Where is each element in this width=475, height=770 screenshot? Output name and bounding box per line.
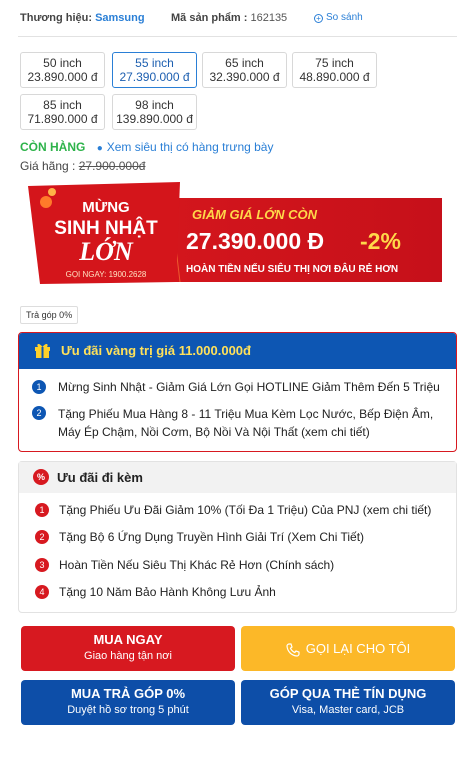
- size-price: 23.890.000 đ: [27, 70, 98, 84]
- extra-offer-text: Hoàn Tiền Nếu Siêu Thị Khác Rẻ Hơn (Chín…: [59, 558, 335, 572]
- extra-offer-text: Tặng 10 Năm Bảo Hành Không Lưu Ảnh: [59, 585, 276, 599]
- callback-button[interactable]: GỌI LẠI CHO TÔI: [241, 626, 455, 671]
- item-number-3: 3: [35, 558, 49, 572]
- item-number-2: 2: [35, 530, 49, 544]
- item-number-1: 1: [32, 380, 46, 394]
- buy-now-subtitle: Giao hàng tận nơi: [84, 650, 172, 662]
- extra-offer-text: Tặng Phiếu Ưu Đãi Giảm 10% (Tối Đa 1 Tri…: [59, 503, 432, 517]
- extra-offer-header: % Ưu đãi đi kèm: [19, 462, 456, 493]
- size-price: 32.390.000 đ: [209, 70, 280, 84]
- size-label: 50 inch: [43, 56, 82, 70]
- gold-offer-box: Ưu đãi vàng trị giá 11.000.000đ 1 Mừng S…: [18, 332, 457, 452]
- sku-label: Mã sản phẩm :: [171, 12, 248, 24]
- size-price: 48.890.000 đ: [299, 70, 370, 84]
- location-pin-icon: ●: [96, 143, 103, 154]
- size-label: 65 inch: [225, 56, 264, 70]
- brand-link[interactable]: Samsung: [95, 12, 145, 24]
- brand-info: Thương hiệu: Samsung: [20, 12, 145, 24]
- card-subtitle: Visa, Master card, JCB: [291, 704, 405, 716]
- phone-icon: [286, 643, 300, 657]
- installment-title: MUA TRẢ GÓP 0%: [70, 686, 186, 701]
- banner-line2: SINH NHẬT: [54, 217, 158, 239]
- callback-title: GỌI LẠI CHO TÔI: [305, 641, 411, 656]
- size-option-98[interactable]: 98 inch 139.890.000 đ: [112, 94, 197, 130]
- list-price-label: Giá hãng :: [20, 159, 76, 173]
- stock-row: CÒN HÀNG ● Xem siêu thị có hàng trưng bày: [20, 140, 273, 154]
- banner-discount: -2%: [360, 228, 401, 254]
- size-label: 98 inch: [135, 98, 174, 112]
- compare-button[interactable]: + So sánh: [314, 12, 363, 23]
- promo-banner[interactable]: MỪNG SINH NHẬT LỚN GỌI NGAY: 1900.2628 G…: [20, 178, 444, 288]
- size-option-50[interactable]: 50 inch 23.890.000 đ: [20, 52, 105, 88]
- gold-offer-title: Ưu đãi vàng trị giá 11.000.000đ: [61, 343, 251, 358]
- installment-subtitle: Duyệt hồ sơ trong 5 phút: [67, 704, 189, 716]
- size-option-65[interactable]: 65 inch 32.390.000 đ: [202, 52, 287, 88]
- size-label: 55 inch: [135, 56, 174, 70]
- size-option-85[interactable]: 85 inch 71.890.000 đ: [20, 94, 105, 130]
- balloon-icon: [48, 188, 56, 196]
- installment-button[interactable]: MUA TRẢ GÓP 0% Duyệt hồ sơ trong 5 phút: [21, 680, 235, 725]
- brand-label: Thương hiệu:: [20, 12, 92, 24]
- product-meta: Thương hiệu: Samsung Mã sản phẩm : 16213…: [20, 12, 457, 26]
- sku-value: 162135: [250, 12, 288, 24]
- plus-circle-icon: +: [314, 14, 323, 23]
- buy-now-title: MUA NGAY: [93, 632, 163, 647]
- banner-refund: HOÀN TIỀN NẾU SIÊU THỊ NƠI ĐÂU RẺ HƠN: [186, 262, 398, 275]
- banner-headline: GIẢM GIÁ LỚN CÒN: [192, 207, 318, 222]
- credit-card-installment-button[interactable]: GÓP QUA THẺ TÍN DỤNG Visa, Master card, …: [241, 680, 455, 725]
- stock-status: CÒN HÀNG: [20, 140, 86, 154]
- size-label: 85 inch: [43, 98, 82, 112]
- size-label: 75 inch: [315, 56, 354, 70]
- store-link[interactable]: ● Xem siêu thị có hàng trưng bày: [97, 140, 274, 154]
- item-number-2: 2: [32, 406, 46, 420]
- size-price: 139.890.000 đ: [116, 112, 193, 126]
- store-link-label: Xem siêu thị có hàng trưng bày: [106, 140, 274, 154]
- size-price: 27.390.000 đ: [119, 70, 190, 84]
- compare-label: So sánh: [326, 12, 363, 23]
- installment-tag: Trả góp 0%: [20, 306, 79, 324]
- size-option-55[interactable]: 55 inch 27.390.000 đ: [112, 52, 197, 88]
- balloon-icon: [40, 196, 52, 208]
- buy-now-button[interactable]: MUA NGAY Giao hàng tận nơi: [21, 626, 235, 671]
- banner-line3: LỚN: [78, 237, 134, 266]
- list-price-value: 27.900.000đ: [78, 159, 146, 173]
- card-title: GÓP QUA THẺ TÍN DỤNG: [269, 686, 427, 701]
- extra-offer-text: Tặng Bộ 6 Ứng Dụng Truyền Hình Giải Trí …: [59, 530, 365, 544]
- extra-offer-box: % Ưu đãi đi kèm 1 Tặng Phiếu Ưu Đãi Giảm…: [18, 461, 457, 613]
- list-price: Giá hãng : 27.900.000đ: [20, 159, 145, 173]
- gift-icon: [35, 343, 50, 358]
- banner-line1: MỪNG: [82, 198, 129, 216]
- divider: [18, 36, 457, 37]
- gold-offer-header: Ưu đãi vàng trị giá 11.000.000đ: [19, 333, 456, 369]
- extra-offer-title: Ưu đãi đi kèm: [57, 470, 143, 485]
- discount-icon: %: [33, 469, 49, 485]
- banner-price: 27.390.000 Đ: [186, 228, 324, 254]
- item-number-1: 1: [35, 503, 49, 517]
- sku-info: Mã sản phẩm : 162135: [171, 12, 287, 24]
- gold-offer-text: Mừng Sinh Nhật - Giảm Giá Lớn Gọi HOTLIN…: [58, 380, 440, 394]
- size-option-75[interactable]: 75 inch 48.890.000 đ: [292, 52, 377, 88]
- item-number-4: 4: [35, 585, 49, 599]
- size-price: 71.890.000 đ: [27, 112, 98, 126]
- banner-hotline: GỌI NGAY: 1900.2628: [66, 270, 147, 279]
- gold-offer-text: Tặng Phiếu Mua Hàng 8 - 11 Triệu Mua Kèm…: [58, 407, 434, 439]
